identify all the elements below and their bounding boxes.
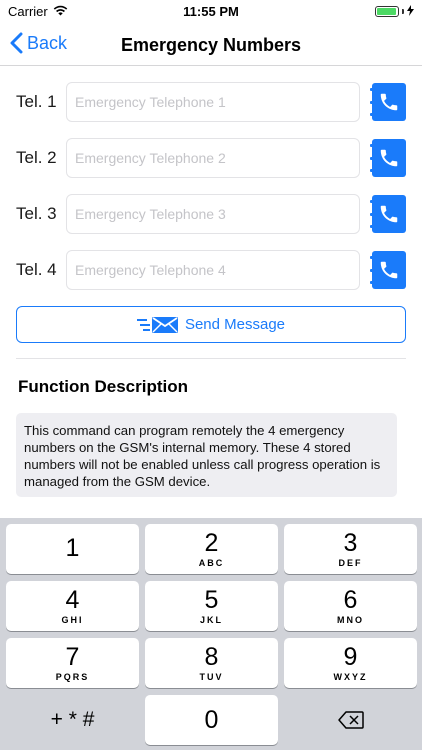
- key-digit: 0: [204, 705, 219, 734]
- key-digit: 7: [65, 642, 80, 671]
- navigation-bar: Back Emergency Numbers: [0, 24, 422, 66]
- key-5[interactable]: 5 JKL: [145, 581, 278, 631]
- tel-input-4[interactable]: [66, 250, 360, 290]
- battery-icon: [375, 6, 399, 17]
- battery-nub: [402, 9, 404, 14]
- key-digit: 5: [204, 585, 219, 614]
- key-letters: WXYZ: [333, 671, 368, 682]
- tel-row-3: Tel. 3: [16, 194, 406, 234]
- divider: [16, 358, 406, 359]
- tel-row-1: Tel. 1: [16, 82, 406, 122]
- key-letters: ABC: [198, 557, 225, 568]
- tel-input-2[interactable]: [66, 138, 360, 178]
- phone-book-icon: [380, 149, 398, 167]
- tel-input-1[interactable]: [66, 82, 360, 122]
- key-9[interactable]: 9 WXYZ: [284, 638, 417, 688]
- binder-rings: [370, 200, 374, 228]
- tel-label-4: Tel. 4: [16, 260, 57, 279]
- key-digit: 6: [343, 585, 358, 614]
- key-1[interactable]: 1: [6, 524, 139, 574]
- phone-book-icon: [380, 261, 398, 279]
- phone-book-icon: [380, 205, 398, 223]
- page-title: Emergency Numbers: [120, 35, 302, 55]
- contacts-phone-button-2[interactable]: [370, 139, 406, 177]
- contacts-phone-button-1[interactable]: [370, 83, 406, 121]
- key-0[interactable]: 0: [145, 695, 278, 745]
- key-digit: 3: [343, 528, 358, 557]
- key-3[interactable]: 3 DEF: [284, 524, 417, 574]
- key-letters: JKL: [199, 614, 223, 625]
- key-6[interactable]: 6 MNO: [284, 581, 417, 631]
- tel-input-3[interactable]: [66, 194, 360, 234]
- delete-key[interactable]: [284, 695, 417, 745]
- status-right: [375, 4, 414, 19]
- key-digit: 1: [65, 533, 80, 562]
- symbols-label: + * #: [50, 708, 95, 731]
- key-letters: GHI: [61, 614, 84, 625]
- tel-label-2: Tel. 2: [16, 148, 57, 167]
- key-digit: 2: [204, 528, 219, 557]
- binder-rings: [370, 88, 374, 116]
- fast-mail-icon: [136, 316, 178, 333]
- tel-label-1: Tel. 1: [16, 92, 57, 111]
- tel-label-3: Tel. 3: [16, 204, 57, 223]
- charging-icon: [407, 4, 414, 19]
- send-message-button[interactable]: Send Message: [16, 306, 406, 343]
- key-digit: 8: [204, 642, 219, 671]
- function-description: This command can program remotely the 4 …: [16, 413, 397, 497]
- phone-book-icon: [380, 93, 398, 111]
- backspace-icon: [337, 711, 364, 729]
- contacts-phone-button-3[interactable]: [370, 195, 406, 233]
- key-letters: PQRS: [55, 671, 90, 682]
- key-letters: DEF: [338, 557, 363, 568]
- numeric-keypad: 1 2 ABC 3 DEF 4 GHI 5 JKL 6 MNO 7 PQRS 8…: [0, 518, 422, 750]
- contacts-phone-button-4[interactable]: [370, 251, 406, 289]
- key-digit: 9: [343, 642, 358, 671]
- status-bar: Carrier 11:55 PM: [0, 0, 422, 24]
- key-letters: MNO: [337, 614, 364, 625]
- symbols-key[interactable]: + * #: [6, 695, 139, 745]
- binder-rings: [370, 144, 374, 172]
- tel-row-4: Tel. 4: [16, 250, 406, 290]
- key-8[interactable]: 8 TUV: [145, 638, 278, 688]
- send-message-label: Send Message: [184, 316, 286, 333]
- tel-row-2: Tel. 2: [16, 138, 406, 178]
- key-2[interactable]: 2 ABC: [145, 524, 278, 574]
- clock: 11:55 PM: [183, 4, 239, 19]
- key-4[interactable]: 4 GHI: [6, 581, 139, 631]
- section-title: Function Description: [18, 377, 188, 396]
- key-letters: TUV: [199, 671, 224, 682]
- battery-level-fill: [377, 8, 396, 15]
- key-digit: 4: [65, 585, 80, 614]
- key-7[interactable]: 7 PQRS: [6, 638, 139, 688]
- binder-rings: [370, 256, 374, 284]
